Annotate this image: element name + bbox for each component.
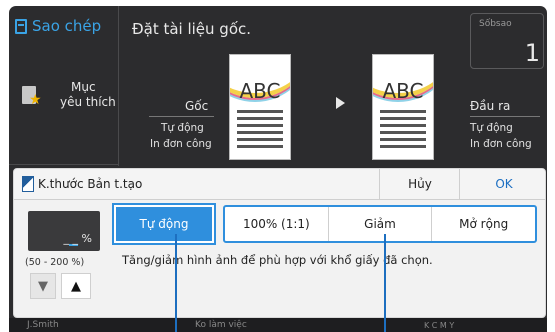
star-icon: ★ [29, 92, 42, 108]
original-underline [149, 116, 214, 117]
favorites-label-2: yêu thích [60, 95, 116, 109]
output-underline [470, 116, 540, 117]
triangle-up-icon: ▲ [71, 278, 81, 294]
text-lines [380, 110, 426, 152]
output-page-preview: ABC [372, 54, 434, 160]
original-label: Gốc [185, 99, 209, 113]
output-sides: In đơn công [470, 138, 532, 150]
ratio-range: (50 - 200 %) [25, 257, 85, 268]
increase-button[interactable]: ▲ [61, 273, 91, 299]
copies-value: 1 [524, 39, 540, 67]
ratio-input[interactable]: _ _ % [28, 211, 100, 251]
text-lines [237, 110, 283, 152]
option-reduce-button[interactable]: Giảm [329, 207, 433, 241]
callout-line-2 [384, 234, 386, 332]
option-enlarge-button[interactable]: Mở rộng [432, 207, 535, 241]
favorites-label-1: Mục [71, 80, 96, 94]
machine-status: Ko làm việc [195, 320, 247, 330]
original-mode: Tự động [161, 122, 204, 134]
dialog-header: K.thước Bản t.tạo Hủy OK [14, 169, 545, 200]
output-mode: Tự động [470, 122, 513, 134]
auto-size-button[interactable]: Tự động [112, 203, 216, 245]
copy-doc-icon [15, 18, 27, 34]
app-title: Sao chép [32, 17, 102, 35]
reproduction-size-dialog: K.thước Bản t.tạo Hủy OK _ _ % (50 - 200… [13, 168, 546, 318]
arrow-right-icon [336, 97, 345, 109]
original-page-preview: ABC [229, 54, 291, 160]
user-name: J.Smith [27, 320, 59, 330]
triangle-down-icon: ▼ [38, 278, 48, 294]
output-label: Đầu ra [470, 99, 511, 113]
dialog-description: Tăng/giảm hình ảnh để phù hợp với khổ gi… [122, 253, 433, 267]
callout-line-1 [175, 234, 177, 332]
sidebar-separator [9, 164, 118, 165]
instruction-text: Đặt tài liệu gốc. [132, 20, 252, 38]
original-sides: In đơn công [150, 138, 212, 150]
output-page-text: ABC [382, 79, 424, 103]
ratio-value: _ _ % [63, 232, 92, 245]
decrease-button[interactable]: ▼ [30, 273, 56, 299]
original-page-text: ABC [239, 79, 281, 103]
copies-label: Sốbsao [479, 19, 512, 29]
reproduction-size-icon [22, 176, 34, 192]
app-title-tab[interactable]: Sao chép [9, 6, 117, 46]
copies-counter[interactable]: Sốbsao 1 [470, 13, 544, 69]
cancel-button[interactable]: Hủy [379, 169, 460, 199]
status-bar: J.Smith Ko làm việc K C M Y [9, 318, 547, 332]
app-frame: Sao chép Đặt tài liệu gốc. Sốbsao 1 ★ Mụ… [0, 0, 555, 332]
sidebar-divider [118, 6, 119, 166]
sidebar-item-favorites[interactable]: ★ Mục yêu thích [9, 76, 117, 126]
dialog-title: K.thước Bản t.tạo [38, 177, 143, 191]
ok-button[interactable]: OK [459, 169, 545, 199]
toner-indicator: K C M Y [424, 321, 455, 330]
option-100-button[interactable]: 100% (1:1) [225, 207, 329, 241]
size-option-group: 100% (1:1) Giảm Mở rộng [223, 205, 537, 243]
